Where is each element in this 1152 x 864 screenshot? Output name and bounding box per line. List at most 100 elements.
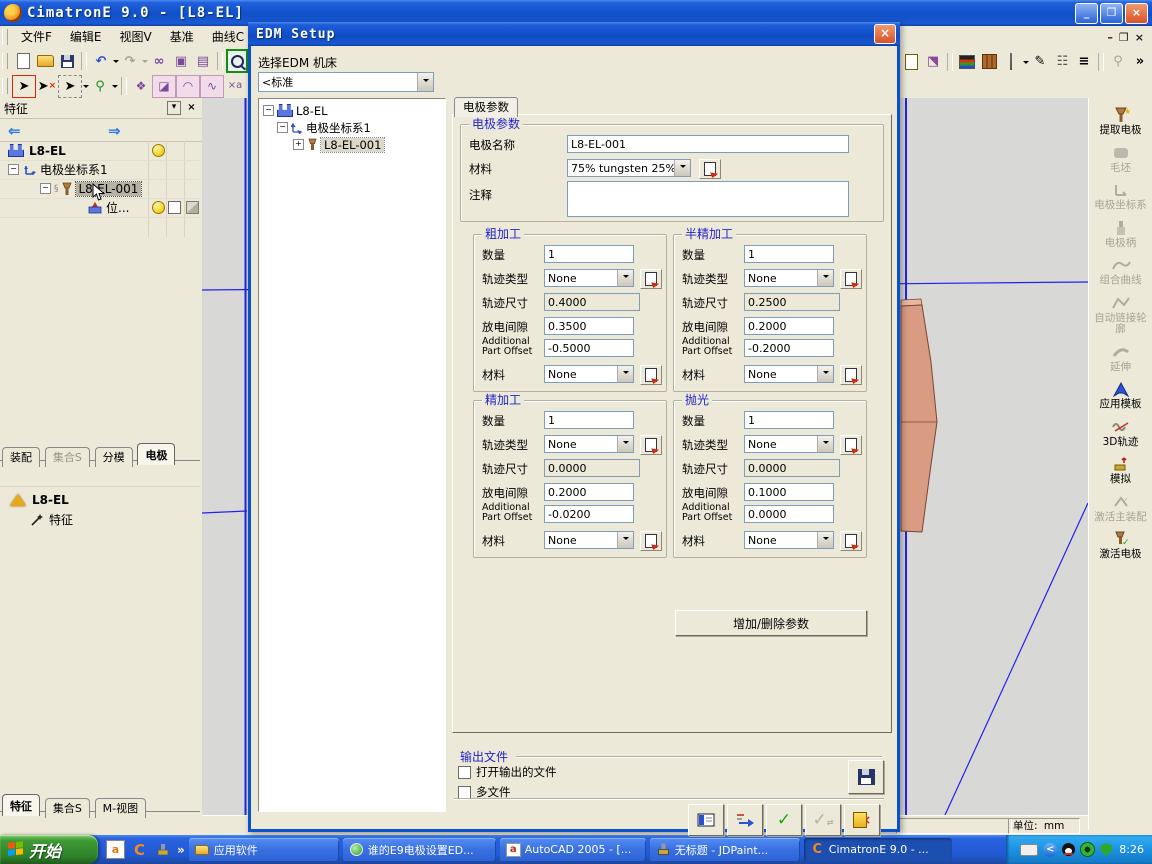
tab-assembly[interactable]: 装配 (2, 447, 40, 467)
pin-select-icon[interactable]: ⚲ (89, 76, 111, 97)
add-remove-params-button[interactable]: 增加/删除参数 (675, 610, 867, 636)
tree-row-root[interactable]: L8-EL (0, 141, 200, 161)
filter-solids-icon[interactable]: ❖ (130, 76, 152, 97)
open-output-checkbox-row[interactable]: 打开输出的文件 (458, 764, 557, 780)
ok-button[interactable]: ✓ (766, 804, 802, 836)
antivirus-tray-icon[interactable] (1080, 842, 1096, 857)
lower-tree-feature-label[interactable]: 特征 (49, 511, 73, 528)
quicklaunch-overflow-icon[interactable]: » (177, 843, 185, 857)
dropdown-arrow-icon[interactable] (617, 436, 633, 452)
traj-edit-icon[interactable] (640, 435, 662, 455)
paint-bucket-icon[interactable] (1000, 51, 1022, 72)
lower-tree-feature-row[interactable]: 特征 (0, 510, 200, 529)
tree-row-coord-system[interactable]: − 电极坐标系1 (0, 160, 200, 180)
electrode-name-input[interactable] (567, 135, 849, 153)
material-dropdown[interactable]: None (544, 531, 634, 549)
new-file-icon[interactable] (12, 51, 34, 72)
traj-edit-icon[interactable] (640, 269, 662, 289)
view-glasses-icon[interactable]: ∞ (148, 51, 170, 72)
qq-tray-icon[interactable] (1062, 843, 1076, 856)
dialog-close-icon[interactable]: × (874, 24, 896, 44)
measure-pen-icon[interactable]: ✎ (1029, 51, 1051, 72)
tab-m-views[interactable]: M-视图 (94, 798, 147, 818)
start-button[interactable]: 开始 (0, 835, 98, 864)
toolbar-overflow-icon[interactable]: » (1129, 51, 1151, 72)
thick-lines-icon[interactable]: ≡ (1073, 51, 1095, 72)
dropdown-arrow-icon[interactable] (617, 532, 633, 548)
position-label[interactable]: 位... (106, 199, 129, 216)
keyboard-tray-icon[interactable] (1020, 843, 1039, 856)
minimize-button[interactable]: _ (1075, 2, 1098, 24)
tray-collapse-icon[interactable]: < (1043, 842, 1058, 857)
cube-icon[interactable] (186, 201, 199, 214)
tree-root-label[interactable]: L8-EL (29, 144, 66, 158)
offset-input[interactable] (544, 339, 634, 357)
qty-input[interactable] (744, 411, 834, 429)
tab-sets-bottom[interactable]: 集合S (44, 798, 90, 818)
collapse-icon[interactable]: − (263, 105, 274, 116)
collapse-icon[interactable]: − (40, 183, 51, 194)
taskbar-item-jdpaint[interactable]: 无标题 - JDPaint... (649, 837, 800, 862)
taskbar-item-app-software[interactable]: 应用软件 (188, 837, 339, 862)
mdi-window-controls[interactable]: – ❐ × (1107, 31, 1144, 44)
spark-gap-input[interactable] (544, 483, 634, 501)
traj-type-dropdown[interactable]: None (744, 269, 834, 287)
filter-edges-icon[interactable]: ◠ (176, 74, 200, 98)
dialog-titlebar[interactable]: EDM Setup × (248, 22, 900, 46)
material-dropdown[interactable]: None (744, 531, 834, 549)
filter-points-icon[interactable]: ×a (224, 76, 246, 97)
params-table-button[interactable] (688, 804, 724, 836)
coord-system-label[interactable]: 电极坐标系1 (40, 161, 108, 178)
filter-curves-icon[interactable]: ∿ (200, 74, 224, 98)
traj-type-dropdown[interactable]: None (544, 435, 634, 453)
restore-button[interactable]: ❐ (1100, 2, 1123, 24)
taskbar-item-cimatron[interactable]: C CimatronE 9.0 - ... (803, 837, 952, 862)
material-edit-icon[interactable] (840, 365, 862, 385)
material-edit-icon[interactable] (640, 531, 662, 551)
multi-file-checkbox[interactable] (458, 785, 471, 799)
expand-icon[interactable]: + (293, 139, 304, 150)
dlg-tree-root-row[interactable]: − L8-EL (263, 102, 445, 119)
bulb-icon[interactable] (152, 201, 165, 214)
menu-view[interactable]: 视图V (111, 26, 161, 48)
dropdown-arrow-icon[interactable] (617, 270, 633, 286)
lower-tree-root-label[interactable]: L8-EL (32, 493, 69, 507)
offset-input[interactable] (744, 339, 834, 357)
dlg-tree-root-label[interactable]: L8-EL (296, 104, 328, 118)
dlg-tree-coord-row[interactable]: − 电极坐标系1 (277, 119, 445, 136)
select-box-icon[interactable]: ➤ (12, 74, 36, 98)
checkbox-icon[interactable] (168, 201, 181, 214)
tab-electrode-params[interactable]: 电极参数 (454, 97, 518, 117)
save-icon[interactable] (56, 51, 78, 72)
material-edit-icon[interactable] (699, 159, 721, 179)
comment-textarea[interactable] (567, 181, 849, 217)
dlg-tree-coord-label[interactable]: 电极坐标系1 (306, 120, 371, 136)
exit-button[interactable]: × (844, 804, 880, 836)
traj-type-dropdown[interactable]: None (744, 435, 834, 453)
traj-type-dropdown[interactable]: None (544, 269, 634, 287)
dlg-tree-electrode-label[interactable]: L8-EL-001 (319, 136, 386, 153)
cimatron-quicklaunch-icon[interactable]: C (131, 841, 148, 859)
nav-forward-icon[interactable]: ⇒ (108, 122, 121, 140)
mdi-restore-icon[interactable]: ❐ (1119, 31, 1129, 44)
spark-gap-input[interactable] (744, 483, 834, 501)
material-edit-icon[interactable] (840, 531, 862, 551)
bulb-icon[interactable] (152, 144, 165, 157)
mdi-minimize-icon[interactable]: – (1107, 31, 1113, 44)
collapse-icon[interactable]: − (277, 122, 288, 133)
lower-tree-root-row[interactable]: L8-EL (0, 490, 200, 510)
copy-feature-icon[interactable]: ▣ (170, 51, 192, 72)
traj-edit-icon[interactable] (840, 435, 862, 455)
collapse-icon[interactable]: − (8, 164, 19, 175)
pin-icon[interactable]: ▾ (167, 101, 181, 115)
material-dropdown[interactable]: None (744, 365, 834, 383)
material-edit-icon[interactable] (640, 365, 662, 385)
material-dropdown[interactable]: 75% tungsten 25% C (567, 159, 691, 177)
taskbar-item-autocad[interactable]: a AutoCAD 2005 - [... (499, 837, 646, 862)
tray-clock[interactable]: 8:26 (1119, 843, 1144, 856)
machine-select-dropdown[interactable]: <标准 (258, 72, 434, 92)
dlg-tree-electrode-row[interactable]: + L8-EL-001 (293, 136, 445, 153)
tab-features[interactable]: 特征 (2, 794, 40, 816)
dropdown-arrow-icon[interactable] (674, 160, 690, 176)
filter-faces-icon[interactable]: ◪ (152, 74, 176, 98)
